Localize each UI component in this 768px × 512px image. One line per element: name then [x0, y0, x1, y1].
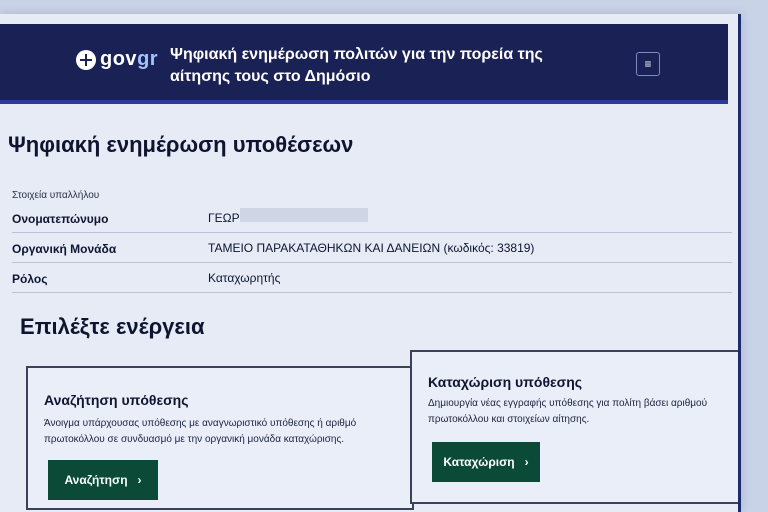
- menu-button[interactable]: ≡: [636, 52, 660, 76]
- logo-text-gr: gr: [137, 48, 159, 70]
- info-label: Οργανική Μονάδα: [12, 242, 117, 256]
- info-label: Ρόλος: [12, 272, 48, 286]
- browser-viewport: govgr Ψηφιακή ενημέρωση πολιτών για την …: [0, 14, 741, 512]
- page-title: Ψηφιακή ενημέρωση υποθέσεων: [8, 132, 354, 157]
- search-button[interactable]: Αναζήτηση ›: [48, 460, 158, 500]
- logo-text-gov: gov: [100, 48, 138, 70]
- govgr-logo[interactable]: govgr: [76, 48, 158, 71]
- govgr-emblem-icon: [76, 49, 96, 70]
- redacted-block: [240, 208, 368, 222]
- info-value: ΓΕΩΡ: [208, 211, 240, 225]
- register-case-card: Καταχώριση υπόθεσης Δημιουργία νέας εγγρ…: [410, 350, 738, 504]
- chevron-right-icon: ›: [137, 473, 142, 487]
- chevron-right-icon: ›: [524, 455, 529, 469]
- info-value: Καταχωρητής: [208, 271, 281, 285]
- info-value: ΤΑΜΕΙΟ ΠΑΡΑΚΑΤΑΘΗΚΩΝ ΚΑΙ ΔΑΝΕΙΩΝ (κωδικό…: [208, 241, 535, 255]
- hamburger-icon: ≡: [644, 57, 652, 71]
- search-case-card: Αναζήτηση υπόθεσης Άνοιγμα υπάρχουσας υπ…: [26, 366, 414, 510]
- info-row-unit: Οργανική Μονάδα ΤΑΜΕΙΟ ΠΑΡΑΚΑΤΑΘΗΚΩΝ ΚΑΙ…: [12, 234, 732, 263]
- employee-section-label: Στοιχεία υπαλλήλου: [12, 190, 100, 201]
- header-title: Ψηφιακή ενημέρωση πολιτών για την πορεία…: [170, 46, 543, 85]
- card-title: Καταχώριση υπόθεσης: [428, 374, 583, 390]
- actions-title: Επιλέξτε ενέργεια: [20, 314, 205, 339]
- info-row-role: Ρόλος Καταχωρητής: [12, 264, 732, 293]
- info-row-name: Ονοματεπώνυμο ΓΕΩΡ: [12, 204, 732, 233]
- card-description: Άνοιγμα υπάρχουσας υπόθεσης με αναγνωρισ…: [44, 418, 357, 445]
- card-description: Δημιουργία νέας εγγραφής υπόθεσης για πο…: [428, 398, 708, 425]
- button-label: Καταχώριση: [443, 455, 515, 469]
- button-label: Αναζήτηση: [64, 473, 128, 487]
- site-header: govgr Ψηφιακή ενημέρωση πολιτών για την …: [0, 24, 728, 104]
- card-title: Αναζήτηση υπόθεσης: [44, 392, 189, 408]
- register-button[interactable]: Καταχώριση ›: [432, 442, 540, 482]
- logo-text: govgr: [100, 48, 158, 71]
- info-label: Ονοματεπώνυμο: [12, 212, 109, 226]
